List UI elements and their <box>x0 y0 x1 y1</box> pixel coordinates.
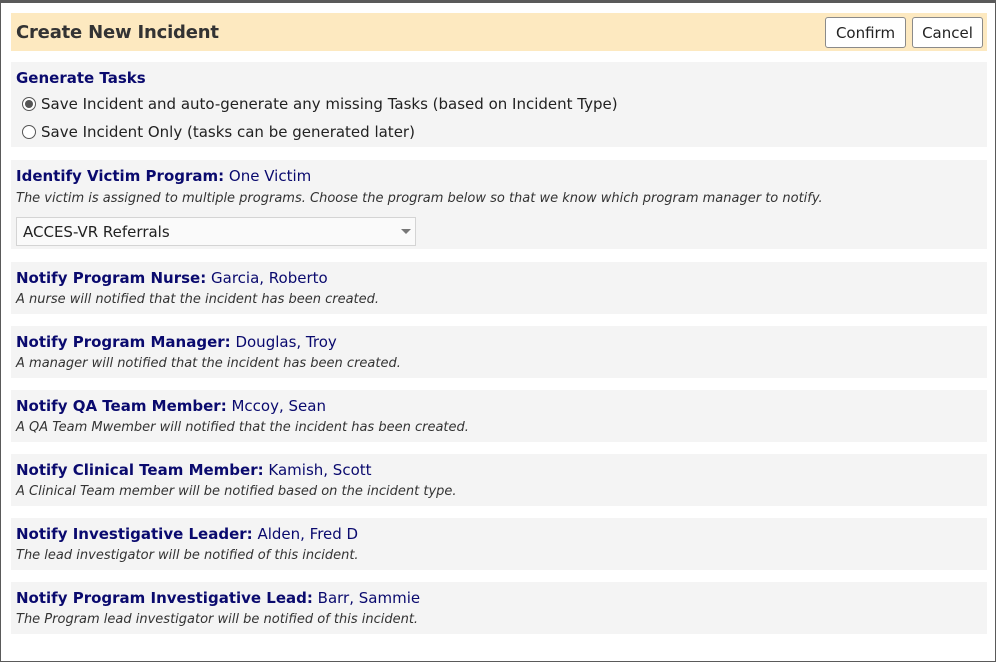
notify-investigative-leader-title: Notify Investigative Leader: Alden, Fred… <box>16 525 359 543</box>
generate-tasks-title: Generate Tasks <box>16 69 146 87</box>
notify-clinical-team-member-section: Notify Clinical Team Member: Kamish, Sco… <box>11 454 987 506</box>
radio-button[interactable] <box>22 125 36 139</box>
program-select-value: ACCES-VR Referrals <box>23 223 170 241</box>
victim-program-section: Identify Victim Program: One Victim The … <box>11 160 987 249</box>
create-incident-dialog: Create New Incident Confirm Cancel Gener… <box>0 0 996 662</box>
dialog-title: Create New Incident <box>16 22 219 43</box>
notify-program-manager-description: A manager will notified that the inciden… <box>16 356 401 371</box>
radio-option-auto-generate[interactable]: Save Incident and auto-generate any miss… <box>22 95 618 113</box>
program-select[interactable]: ACCES-VR Referrals <box>16 217 416 246</box>
notify-program-investigative-lead-description: The Program lead investigator will be no… <box>16 612 419 627</box>
victim-program-description: The victim is assigned to multiple progr… <box>16 191 823 206</box>
generate-tasks-section: Generate Tasks Save Incident and auto-ge… <box>11 62 987 147</box>
victim-program-title: Identify Victim Program: One Victim <box>16 167 312 185</box>
notify-clinical-team-member-description: A Clinical Team member will be notified … <box>16 484 457 499</box>
dialog-header: Create New Incident Confirm Cancel <box>11 13 987 51</box>
notify-qa-team-member-title: Notify QA Team Member: Mccoy, Sean <box>16 397 326 415</box>
notify-program-nurse-title: Notify Program Nurse: Garcia, Roberto <box>16 269 328 287</box>
notify-program-nurse-description: A nurse will notified that the incident … <box>16 292 380 307</box>
radio-option-save-only[interactable]: Save Incident Only (tasks can be generat… <box>22 123 415 141</box>
cancel-button[interactable]: Cancel <box>912 17 983 48</box>
notify-investigative-leader-section: Notify Investigative Leader: Alden, Fred… <box>11 518 987 570</box>
chevron-down-icon <box>401 229 411 234</box>
notify-program-investigative-lead-title: Notify Program Investigative Lead: Barr,… <box>16 589 421 607</box>
notify-program-nurse-section: Notify Program Nurse: Garcia, Roberto A … <box>11 262 987 314</box>
confirm-button[interactable]: Confirm <box>825 17 906 48</box>
notify-qa-team-member-description: A QA Team Mwember will notified that the… <box>16 420 469 435</box>
radio-button-checked[interactable] <box>22 97 36 111</box>
notify-program-manager-section: Notify Program Manager: Douglas, Troy A … <box>11 326 987 378</box>
victim-program-value: One Victim <box>228 167 312 185</box>
notify-investigative-leader-description: The lead investigator will be notified o… <box>16 548 359 563</box>
notify-clinical-team-member-title: Notify Clinical Team Member: Kamish, Sco… <box>16 461 372 479</box>
radio-label: Save Incident and auto-generate any miss… <box>41 95 618 113</box>
notify-program-investigative-lead-section: Notify Program Investigative Lead: Barr,… <box>11 582 987 634</box>
radio-label: Save Incident Only (tasks can be generat… <box>41 123 415 141</box>
notify-program-manager-title: Notify Program Manager: Douglas, Troy <box>16 333 337 351</box>
notify-qa-team-member-section: Notify QA Team Member: Mccoy, Sean A QA … <box>11 390 987 442</box>
